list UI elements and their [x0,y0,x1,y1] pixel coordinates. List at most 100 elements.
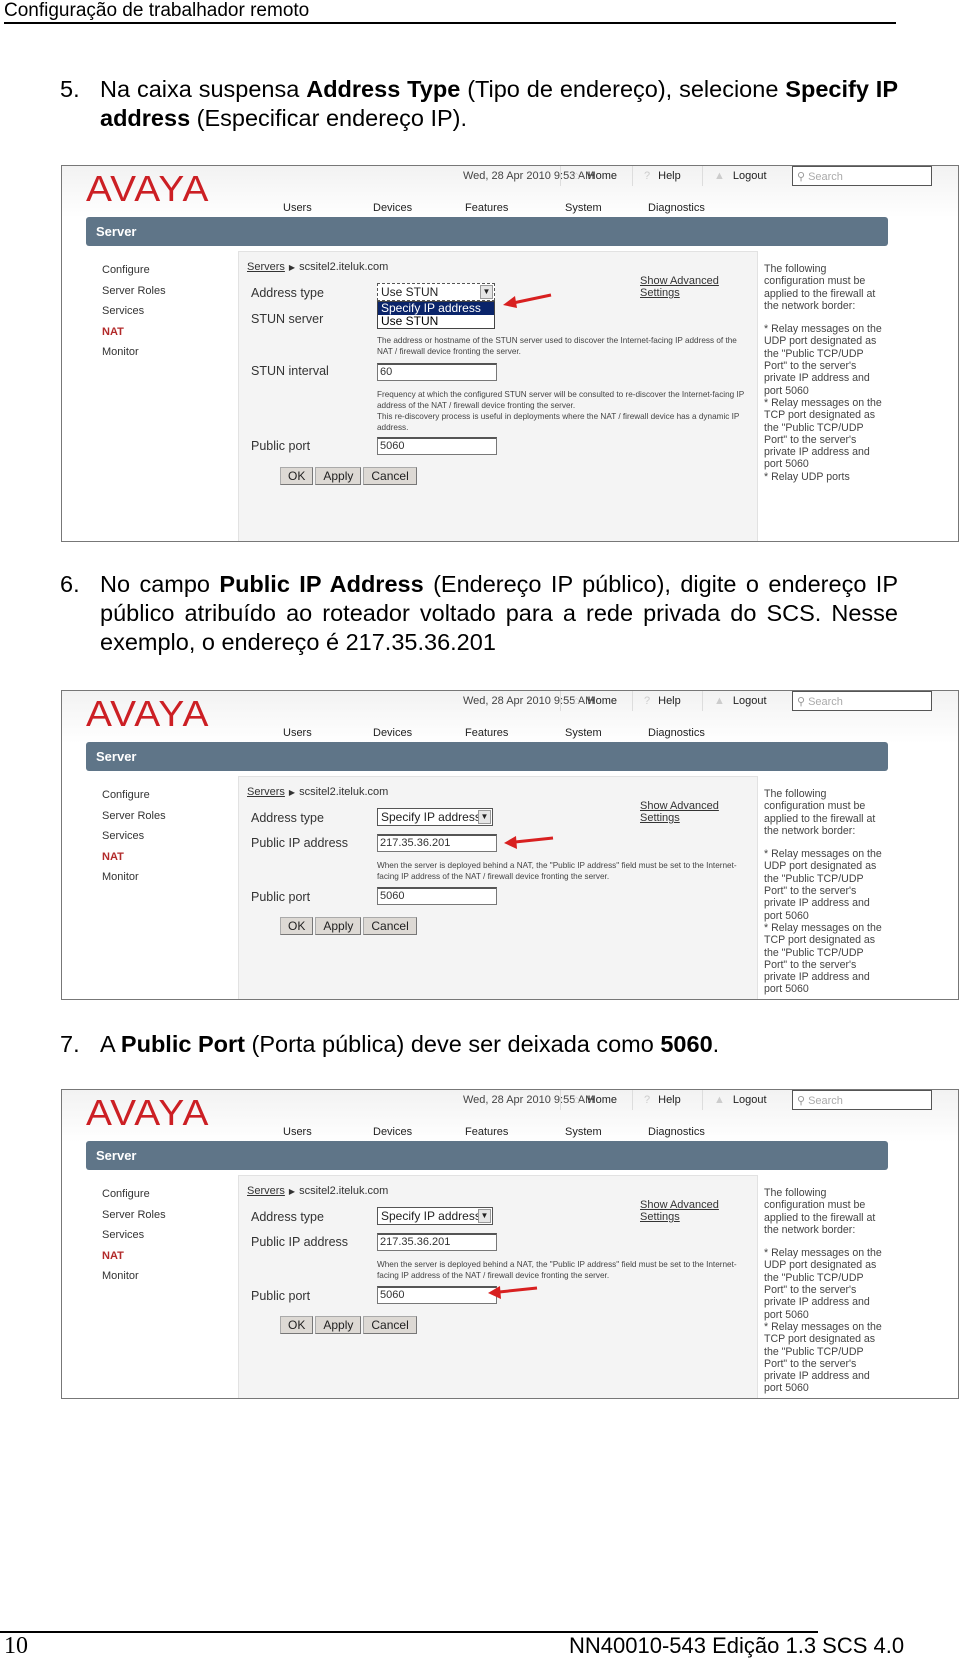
ok-button[interactable]: OK [280,917,314,935]
step-text-part: . [712,1031,720,1057]
step-7: 7. A Public Port (Porta pública) deve se… [60,1030,898,1059]
nav-users[interactable]: Users [283,727,312,739]
sidebar-item-configure[interactable]: Configure [102,789,166,810]
apply-button[interactable]: Apply [315,917,362,935]
search-input[interactable]: ⚲ Search [792,1090,932,1110]
address-type-value: Specify IP address [381,1209,481,1223]
screenshot-public-port: AVAYA Wed, 28 Apr 2010 9:55 AM ⌂ Home ? He… [61,1089,959,1399]
help-link[interactable]: ? Help [644,695,681,707]
sidebar-item-services[interactable]: Services [102,305,166,326]
public-ip-input[interactable]: 217.35.36.201 [377,834,497,852]
show-advanced-settings-link[interactable]: Show Advanced Settings [640,800,757,824]
breadcrumb-arrow-icon: ▶ [288,1187,296,1196]
home-icon: ⌂ [573,1094,580,1106]
public-ip-input[interactable]: 217.35.36.201 [377,1233,497,1251]
public-port-input[interactable]: 5060 [377,1286,497,1304]
logout-link[interactable]: ▲ Logout [714,695,767,707]
sidebar-item-server-roles[interactable]: Server Roles [102,1209,166,1230]
document-header-title: Configuração de trabalhador remoto [4,0,310,21]
sidebar-item-services[interactable]: Services [102,1229,166,1250]
logout-link[interactable]: ▲ Logout [714,170,767,182]
magnifier-icon: ⚲ [797,696,806,708]
nav-system[interactable]: System [565,727,602,739]
home-link[interactable]: ⌂ Home [573,695,617,707]
nav-system[interactable]: System [565,1126,602,1138]
nav-users[interactable]: Users [283,1126,312,1138]
breadcrumb-current: scsitel2.iteluk.com [299,1185,389,1197]
apply-button[interactable]: Apply [315,1316,362,1334]
nav-devices[interactable]: Devices [373,727,412,739]
help-label: Help [658,695,681,707]
screenshot-address-type-dropdown: AVAYA Wed, 28 Apr 2010 9:53 AM ⌂ Home ? He… [61,165,959,542]
chevron-down-icon: ▼ [478,1209,491,1223]
step-text-bold: Address Type [306,76,461,102]
sidebar-item-server-roles[interactable]: Server Roles [102,810,166,831]
address-type-label: Address type [251,811,324,825]
home-icon: ⌂ [573,695,580,707]
nav-features[interactable]: Features [465,727,508,739]
step-text-part: (Especificar endereço IP). [190,105,468,131]
sidebar-item-nat[interactable]: NAT [102,326,166,347]
sidebar-item-configure[interactable]: Configure [102,264,166,285]
cancel-button[interactable]: Cancel [363,467,417,485]
home-label: Home [587,695,617,707]
nav-diagnostics[interactable]: Diagnostics [648,1126,705,1138]
breadcrumb-servers-link[interactable]: Servers [247,1185,285,1197]
address-type-select[interactable]: Use STUN ▼ [377,283,495,301]
ok-button[interactable]: OK [280,1316,314,1334]
help-label: Help [658,1094,681,1106]
sidebar-item-nat[interactable]: NAT [102,851,166,872]
breadcrumb-servers-link[interactable]: Servers [247,261,285,273]
sidebar-item-monitor[interactable]: Monitor [102,346,166,367]
nav-diagnostics[interactable]: Diagnostics [648,202,705,214]
home-link[interactable]: ⌂ Home [573,1094,617,1106]
sidebar-item-nat[interactable]: NAT [102,1250,166,1271]
nav-features[interactable]: Features [465,202,508,214]
home-link[interactable]: ⌂ Home [573,170,617,182]
sidebar-item-services[interactable]: Services [102,830,166,851]
nav-features[interactable]: Features [465,1126,508,1138]
public-port-label: Public port [251,890,311,904]
ok-button[interactable]: OK [280,467,314,485]
step-text: Na caixa suspensa Address Type (Tipo de … [100,75,898,133]
nav-diagnostics[interactable]: Diagnostics [648,727,705,739]
nav-users[interactable]: Users [283,202,312,214]
sidebar-item-configure[interactable]: Configure [102,1188,166,1209]
help-link[interactable]: ? Help [644,1094,681,1106]
section-title-bar: Server [86,1141,888,1170]
sidebar: Configure Server Roles Services NAT Moni… [102,789,166,892]
address-type-select[interactable]: Specify IP address ▼ [377,1207,493,1225]
cancel-button[interactable]: Cancel [363,1316,417,1334]
stun-interval-input[interactable]: 60 [377,363,497,381]
step-text-part: A [100,1031,121,1057]
magnifier-icon: ⚲ [797,1095,806,1107]
firewall-sidenote: The following configuration must be appl… [764,1187,884,1395]
search-input[interactable]: ⚲ Search [792,166,932,186]
show-advanced-settings-link[interactable]: Show Advanced Settings [640,1199,757,1223]
chevron-down-icon: ▼ [478,810,491,824]
breadcrumb-servers-link[interactable]: Servers [247,786,285,798]
sidebar-item-monitor[interactable]: Monitor [102,871,166,892]
address-type-select[interactable]: Specify IP address ▼ [377,808,493,826]
public-port-input[interactable]: 5060 [377,887,497,905]
search-input[interactable]: ⚲ Search [792,691,932,711]
stun-server-label: STUN server [251,312,324,326]
sidebar: Configure Server Roles Services NAT Moni… [102,1188,166,1291]
apply-button[interactable]: Apply [315,467,362,485]
breadcrumb-current: scsitel2.iteluk.com [299,786,389,798]
public-ip-help: When the server is deployed behind a NAT… [377,861,737,881]
public-port-input[interactable]: 5060 [377,437,497,455]
option-use-stun[interactable]: Use STUN [378,315,494,328]
sidebar-item-monitor[interactable]: Monitor [102,1270,166,1291]
nav-devices[interactable]: Devices [373,1126,412,1138]
sidenote-intro: The following configuration must be appl… [764,1187,876,1236]
nav-devices[interactable]: Devices [373,202,412,214]
sidenote-bullet: * Relay messages on the TCP port designa… [764,396,882,471]
cancel-button[interactable]: Cancel [363,917,417,935]
step-text-part: No campo [100,571,220,597]
logout-link[interactable]: ▲ Logout [714,1094,767,1106]
nav-system[interactable]: System [565,202,602,214]
sidebar-item-server-roles[interactable]: Server Roles [102,285,166,306]
help-link[interactable]: ? Help [644,170,681,182]
show-advanced-settings-link[interactable]: Show Advanced Settings [640,275,757,299]
